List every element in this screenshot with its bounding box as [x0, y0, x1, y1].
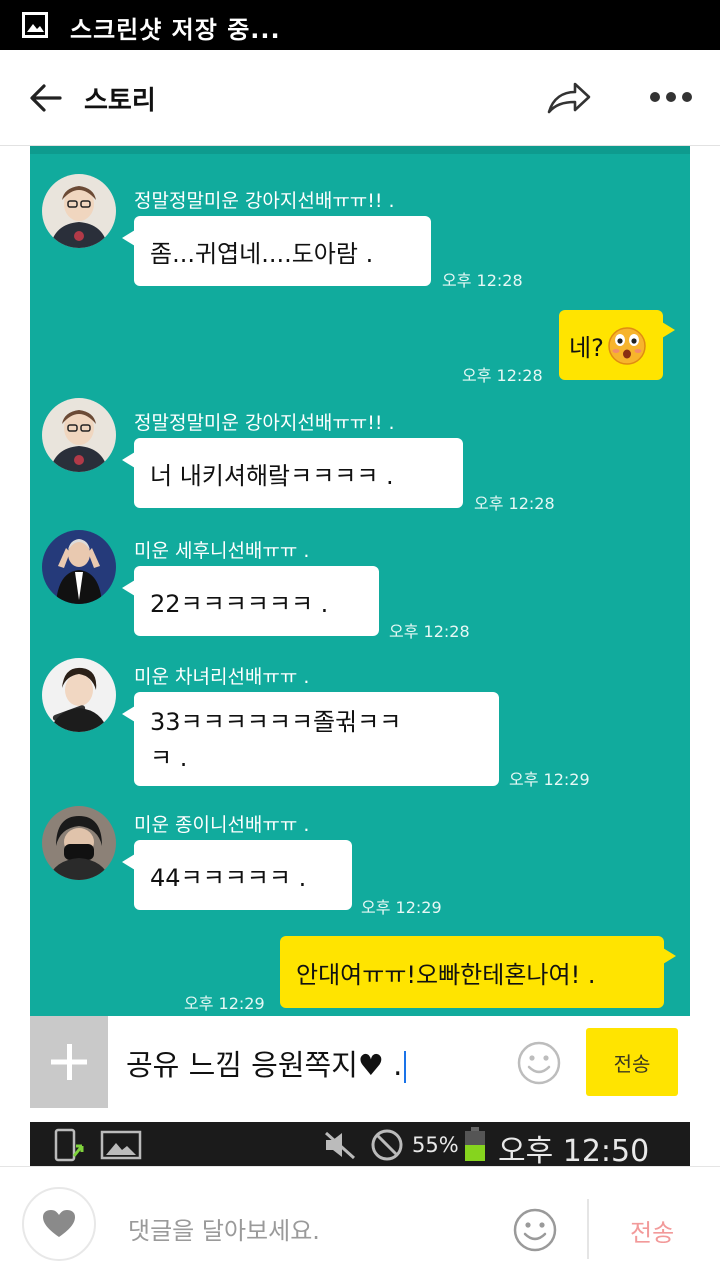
emoticon-icon[interactable] [512, 1207, 558, 1253]
message-input-bar: 공유 느낌 응원쪽지♥ . 전송 [30, 1016, 690, 1109]
message-time: 오후 12:28 [389, 622, 470, 641]
message-input[interactable]: 공유 느낌 응원쪽지♥ . [126, 1042, 407, 1084]
story-image: 정말정말미운 강아지선배ㅠㅠ!! . 좀...귀엽네....도아람 . 오후 1… [30, 146, 690, 1166]
message-text: 네? [569, 333, 604, 362]
like-button[interactable] [22, 1187, 96, 1261]
message-text: 너 내키셔해랔ㅋㅋㅋㅋ . [150, 461, 394, 490]
message-bubble: 44ㅋㅋㅋㅋㅋ . [122, 840, 352, 910]
back-arrow-icon[interactable] [28, 80, 64, 116]
spacer [30, 1108, 690, 1122]
sender-name: 미운 종이니선배ㅠㅠ . [134, 814, 310, 836]
attach-button[interactable] [30, 1016, 108, 1108]
message-text: 44ㅋㅋㅋㅋㅋ . [150, 863, 307, 892]
message-bubble: 33ㅋㅋㅋㅋㅋㅋ졸귂ㅋㅋ ㅋ . [122, 692, 499, 786]
avatar [42, 174, 116, 248]
message-text-line: 33ㅋㅋㅋㅋㅋㅋ졸귂ㅋㅋ [150, 708, 402, 736]
app-bar: 스토리 [0, 50, 720, 146]
chat-area: 정말정말미운 강아지선배ㅠㅠ!! . 좀...귀엽네....도아람 . 오후 1… [30, 146, 690, 1016]
sender-name: 정말정말미운 강아지선배ㅠㅠ!! . [134, 412, 395, 434]
page-title: 스토리 [84, 86, 156, 116]
message-bubble: 22ㅋㅋㅋㅋㅋㅋ . [122, 566, 379, 636]
avatar [42, 530, 116, 604]
image-icon [100, 1130, 142, 1160]
battery-icon [465, 1127, 485, 1161]
message-bubble-mine: 네? [559, 310, 675, 380]
block-icon [371, 1129, 403, 1161]
text-caret [404, 1051, 407, 1083]
plus-icon [51, 1044, 87, 1080]
message-time: 오후 12:28 [462, 366, 543, 385]
message-text-line: ㅋ . [150, 744, 188, 772]
message-text: 좀...귀엽네....도아람 . [150, 239, 374, 268]
status-bar: 스크린샷 저장 중... [0, 0, 720, 50]
comment-input[interactable]: 댓글을 달아보세요. [128, 1211, 320, 1246]
comment-bar: 댓글을 달아보세요. 전송 [0, 1166, 720, 1281]
emoticon-icon[interactable] [516, 1040, 562, 1086]
message-time: 오후 12:29 [509, 770, 590, 789]
message-time: 오후 12:28 [442, 271, 523, 290]
message-bubble: 너 내키셔해랔ㅋㅋㅋㅋ . [122, 438, 463, 508]
phone-download-icon [54, 1128, 84, 1162]
divider [587, 1199, 589, 1259]
mute-icon [325, 1131, 355, 1160]
message-bubble-mine: 안대여ㅠㅠ!오빠한테혼나여! . [280, 936, 676, 1008]
gallery-icon [22, 12, 48, 38]
send-button[interactable]: 전송 [586, 1028, 678, 1096]
status-text: 스크린샷 저장 중... [70, 16, 281, 44]
more-icon[interactable] [648, 86, 694, 108]
avatar [42, 806, 116, 880]
message-time: 오후 12:29 [184, 994, 265, 1013]
heart-icon [43, 1210, 75, 1237]
comment-send-button[interactable]: 전송 [630, 1213, 674, 1248]
message-input-text: 공유 느낌 응원쪽지♥ . [126, 1048, 403, 1082]
message-time: 오후 12:28 [474, 494, 555, 513]
message-text: 22ㅋㅋㅋㅋㅋㅋ . [150, 589, 329, 618]
message-time: 오후 12:29 [361, 898, 442, 917]
phone-clock: 오후 12:50 [498, 1134, 650, 1166]
message-text: 안대여ㅠㅠ!오빠한테혼나여! . [296, 960, 596, 989]
avatar [42, 658, 116, 732]
sender-name: 미운 세후니선배ㅠㅠ . [134, 540, 310, 562]
sender-name: 정말정말미운 강아지선배ㅠㅠ!! . [134, 190, 395, 212]
captured-status-bar: 55% 오후 12:50 [30, 1122, 690, 1166]
battery-percent: 55% [412, 1133, 459, 1157]
share-icon[interactable] [545, 78, 593, 118]
message-bubble: 좀...귀엽네....도아람 . [122, 216, 431, 286]
surprised-face-emoji [608, 327, 646, 365]
avatar [42, 398, 116, 472]
sender-name: 미운 차녀리선배ㅠㅠ . [134, 666, 310, 688]
